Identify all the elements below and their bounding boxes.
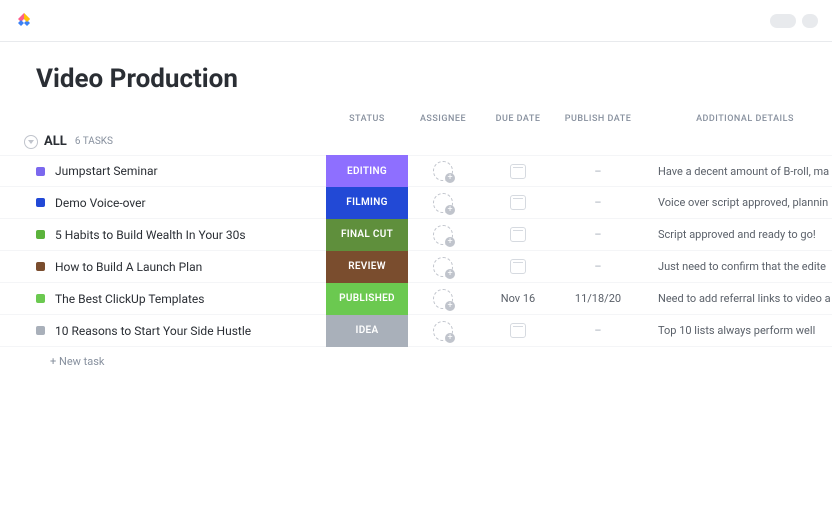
status-square-icon [36, 198, 45, 207]
task-title-cell[interactable]: Jumpstart Seminar [36, 164, 326, 178]
task-title: The Best ClickUp Templates [55, 292, 204, 306]
task-list: Jumpstart SeminarEDITING–Have a decent a… [0, 155, 832, 347]
task-title: 5 Habits to Build Wealth In Your 30s [55, 228, 246, 242]
due-date-cell[interactable]: Nov 16 [478, 292, 558, 305]
status-badge[interactable]: FILMING [326, 187, 408, 219]
assignee-cell[interactable] [408, 321, 478, 341]
task-title-cell[interactable]: 5 Habits to Build Wealth In Your 30s [36, 228, 326, 242]
status-badge[interactable]: IDEA [326, 315, 408, 347]
details-cell[interactable]: Need to add referral links to video a [638, 292, 832, 305]
assignee-add-icon[interactable] [433, 257, 453, 277]
col-header-details[interactable]: ADDITIONAL DETAILS [638, 114, 832, 124]
due-date-cell[interactable] [478, 164, 558, 179]
columns-header: STATUS ASSIGNEE DUE DATE PUBLISH DATE AD… [0, 108, 832, 130]
assignee-cell[interactable] [408, 161, 478, 181]
calendar-icon[interactable] [510, 164, 526, 179]
status-square-icon [36, 262, 45, 271]
publish-date-cell[interactable]: – [558, 260, 638, 273]
assignee-cell[interactable] [408, 193, 478, 213]
publish-date-cell[interactable]: – [558, 165, 638, 178]
status-cell[interactable]: PUBLISHED [326, 283, 408, 315]
assignee-cell[interactable] [408, 225, 478, 245]
col-header-due[interactable]: DUE DATE [478, 114, 558, 124]
due-date-cell[interactable] [478, 195, 558, 210]
task-title-cell[interactable]: The Best ClickUp Templates [36, 292, 326, 306]
details-cell[interactable]: Just need to confirm that the edite [638, 260, 832, 273]
task-row[interactable]: The Best ClickUp Templates PUBLISHED Nov 1… [0, 283, 832, 315]
status-badge[interactable]: FINAL CUT [326, 219, 408, 251]
assignee-cell[interactable] [408, 257, 478, 277]
group-header[interactable]: ALL 6 TASKS [0, 130, 832, 155]
task-row[interactable]: 5 Habits to Build Wealth In Your 30s FINA… [0, 219, 832, 251]
task-title-cell[interactable]: Demo Voice-over [36, 196, 326, 210]
topbar-pill-small[interactable] [802, 14, 818, 28]
task-title: How to Build A Launch Plan [55, 260, 202, 274]
publish-date-cell[interactable]: – [558, 228, 638, 241]
publish-date-cell[interactable]: 11/18/20 [558, 292, 638, 305]
task-row[interactable]: Demo Voice-over FILMING –Voice over script… [0, 187, 832, 219]
col-header-assignee[interactable]: ASSIGNEE [408, 114, 478, 124]
status-cell[interactable]: EDITING [326, 155, 408, 187]
task-title-cell[interactable]: 10 Reasons to Start Your Side Hustle [36, 324, 326, 338]
publish-date-cell[interactable]: – [558, 324, 638, 337]
task-row[interactable]: 10 Reasons to Start Your Side Hustle IDEA… [0, 315, 832, 347]
assignee-add-icon[interactable] [433, 225, 453, 245]
new-task-button[interactable]: + New task [0, 347, 832, 368]
task-title: Demo Voice-over [55, 196, 146, 210]
assignee-add-icon[interactable] [433, 321, 453, 341]
due-date-cell[interactable] [478, 227, 558, 242]
task-title: Jumpstart Seminar [55, 164, 158, 178]
status-square-icon [36, 230, 45, 239]
publish-date-cell[interactable]: – [558, 196, 638, 209]
calendar-icon[interactable] [510, 195, 526, 210]
status-square-icon [36, 326, 45, 335]
task-row[interactable]: Jumpstart Seminar EDITING –Have a decent a… [0, 155, 832, 187]
topbar-pill[interactable] [770, 14, 796, 28]
calendar-icon[interactable] [510, 227, 526, 242]
topbar-actions [770, 14, 818, 28]
status-cell[interactable]: FINAL CUT [326, 219, 408, 251]
chevron-down-icon[interactable] [24, 135, 38, 149]
status-badge[interactable]: REVIEW [326, 251, 408, 283]
status-badge[interactable]: PUBLISHED [326, 283, 408, 315]
page-title: Video Production [0, 42, 832, 108]
col-header-publish[interactable]: PUBLISH DATE [558, 114, 638, 124]
task-title: 10 Reasons to Start Your Side Hustle [55, 324, 251, 338]
assignee-add-icon[interactable] [433, 193, 453, 213]
calendar-icon[interactable] [510, 323, 526, 338]
details-cell[interactable]: Top 10 lists always perform well [638, 324, 832, 337]
calendar-icon[interactable] [510, 259, 526, 274]
assignee-add-icon[interactable] [433, 289, 453, 309]
details-cell[interactable]: Script approved and ready to go! [638, 228, 832, 241]
topbar [0, 0, 832, 42]
assignee-add-icon[interactable] [433, 161, 453, 181]
task-title-cell[interactable]: How to Build A Launch Plan [36, 260, 326, 274]
task-row[interactable]: How to Build A Launch Plan REVIEW –Just ne… [0, 251, 832, 283]
status-badge[interactable]: EDITING [326, 155, 408, 187]
due-date-cell[interactable] [478, 323, 558, 338]
status-cell[interactable]: FILMING [326, 187, 408, 219]
group-name: ALL [44, 134, 67, 149]
status-cell[interactable]: IDEA [326, 315, 408, 347]
due-date-cell[interactable] [478, 259, 558, 274]
status-square-icon [36, 294, 45, 303]
status-cell[interactable]: REVIEW [326, 251, 408, 283]
assignee-cell[interactable] [408, 289, 478, 309]
status-square-icon [36, 167, 45, 176]
details-cell[interactable]: Voice over script approved, plannin [638, 196, 832, 209]
group-count: 6 TASKS [75, 136, 113, 147]
app-logo [14, 11, 34, 31]
details-cell[interactable]: Have a decent amount of B-roll, ma [638, 165, 832, 178]
col-header-status[interactable]: STATUS [326, 114, 408, 124]
